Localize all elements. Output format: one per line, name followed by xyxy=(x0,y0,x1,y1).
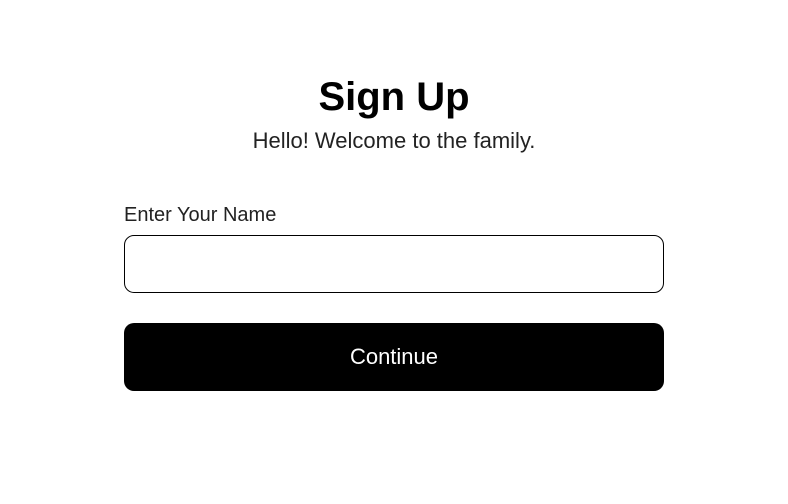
page-subtitle: Hello! Welcome to the family. xyxy=(253,128,536,154)
name-field-group: Enter Your Name Continue xyxy=(124,204,664,391)
signup-form: Sign Up Hello! Welcome to the family. En… xyxy=(124,75,664,391)
page-title: Sign Up xyxy=(318,75,469,120)
name-field-label: Enter Your Name xyxy=(124,204,276,227)
name-input[interactable] xyxy=(124,235,664,293)
continue-button[interactable]: Continue xyxy=(124,323,664,391)
